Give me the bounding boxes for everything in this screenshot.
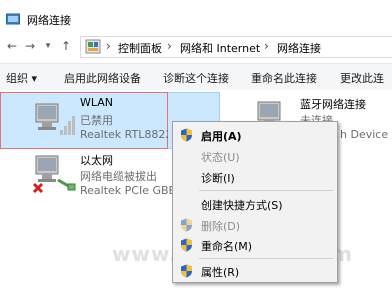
change-settings-button[interactable]: 更改此连: [340, 70, 384, 86]
breadcrumb-control-panel[interactable]: 控制面板: [118, 40, 162, 56]
menu-item-label: 启用(A): [201, 130, 242, 143]
network-folder-icon: [6, 13, 20, 25]
breadcrumb-separator: ›: [106, 39, 111, 53]
wlan-adapter-icon: [35, 103, 75, 135]
menu-item-properties[interactable]: 属性(R): [173, 261, 337, 281]
menu-item-label: 诊断(I): [201, 172, 235, 185]
breadcrumb-separator: ›: [264, 39, 269, 53]
forward-icon[interactable]: →: [22, 38, 38, 54]
recent-dropdown-icon[interactable]: ▾: [40, 38, 56, 54]
connection-name: 以太网: [80, 154, 113, 167]
breadcrumb-network-internet[interactable]: 网络和 Internet: [180, 40, 260, 56]
menu-item-label: 状态(U): [201, 151, 240, 164]
command-bar: 组织 ▾ 启用此网络设备 诊断这个连接 重命名此连接 更改此连: [0, 63, 392, 91]
menu-item-diagnose[interactable]: 诊断(I): [173, 167, 337, 187]
connection-status: 已禁用: [80, 114, 113, 127]
connection-device: Realtek PCIe GBE: [80, 184, 176, 197]
connection-name: WLAN: [80, 96, 114, 109]
menu-item-delete[interactable]: 删除(D): [173, 215, 337, 235]
ethernet-adapter-icon: [32, 155, 76, 194]
control-panel-icon: [85, 39, 101, 54]
organize-menu[interactable]: 组织 ▾: [6, 70, 37, 86]
connection-name: 蓝牙网络连接: [300, 98, 366, 111]
menu-separator: [199, 258, 333, 259]
menu-item-label: 创建快捷方式(S): [201, 199, 283, 212]
title-bar: 网络连接: [0, 6, 392, 32]
menu-item-label: 重命名(M): [201, 240, 253, 253]
breadcrumb-network-connections[interactable]: 网络连接: [277, 40, 321, 56]
enable-device-button[interactable]: 启用此网络设备: [64, 70, 141, 86]
address-box[interactable]: › 控制面板 › 网络和 Internet › 网络连接: [80, 36, 392, 58]
back-icon[interactable]: ←: [4, 38, 20, 54]
menu-item-label: 删除(D): [201, 220, 241, 233]
connection-device: h Device (: [340, 128, 392, 141]
shield-icon: [181, 128, 192, 142]
rename-button[interactable]: 重命名此连接: [251, 70, 317, 86]
menu-item-label: 属性(R): [201, 266, 240, 279]
context-menu: 启用(A) 状态(U) 诊断(I) 创建快捷方式(S) 删除(D) 重命名(M): [172, 121, 338, 283]
menu-item-status[interactable]: 状态(U): [173, 146, 337, 166]
connection-status: 网络电缆被拔出: [80, 170, 157, 183]
menu-item-enable[interactable]: 启用(A): [173, 125, 337, 145]
menu-separator: [199, 190, 333, 191]
connection-device: Realtek RTL8822B: [80, 128, 168, 141]
menu-item-rename[interactable]: 重命名(M): [173, 235, 337, 255]
shield-icon: [181, 238, 192, 252]
shield-icon: [181, 264, 192, 278]
window-title: 网络连接: [27, 14, 71, 27]
shield-icon: [181, 218, 192, 232]
diagnose-button[interactable]: 诊断这个连接: [163, 70, 229, 86]
menu-item-create-shortcut[interactable]: 创建快捷方式(S): [173, 194, 337, 214]
address-bar: ← → ▾ ↑ › 控制面板 › 网络和 Internet › 网络连接: [0, 35, 392, 59]
breadcrumb-separator: ›: [167, 39, 172, 53]
up-icon[interactable]: ↑: [58, 38, 74, 54]
